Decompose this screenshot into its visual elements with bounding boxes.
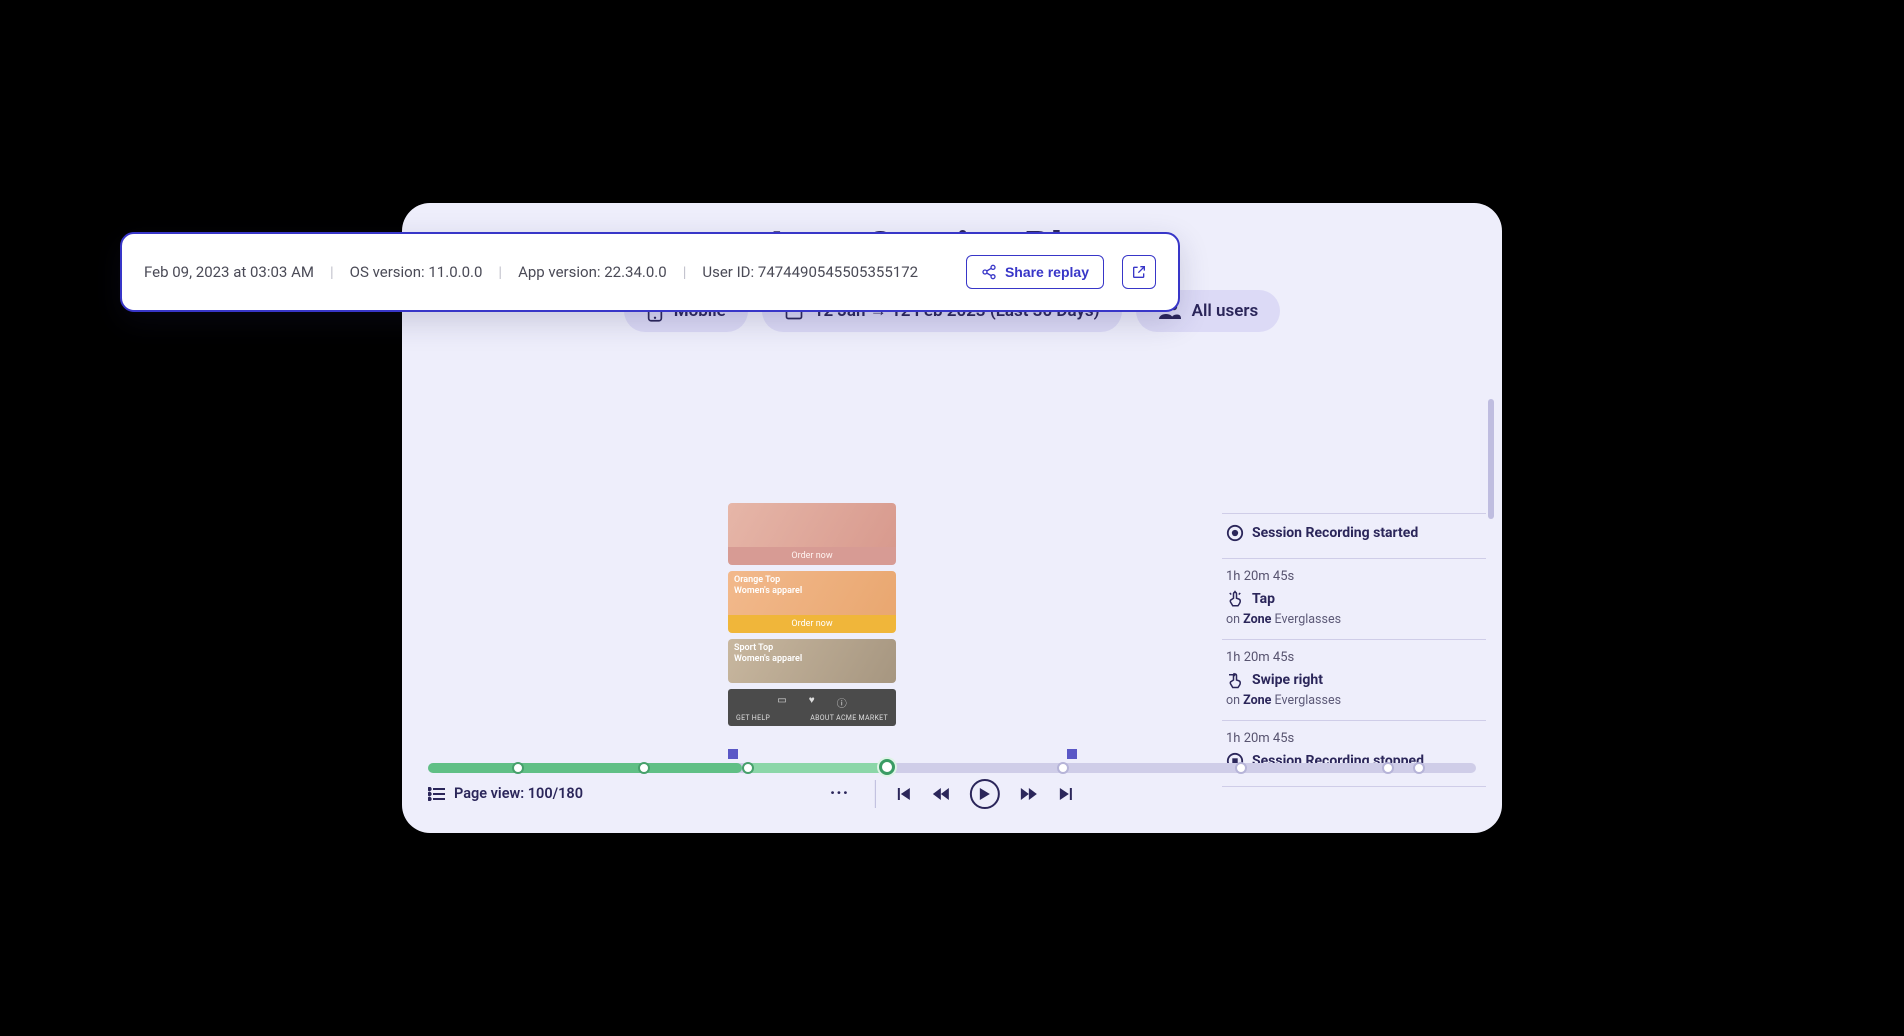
replay-preview-column: Order now Orange Top Women's apparel Ord… (402, 393, 1222, 745)
event-timestamp: 1h 20m 45s (1226, 650, 1482, 665)
footer-right-label: ABOUT ACME MARKET (810, 714, 888, 722)
more-options-button[interactable]: ··· (830, 783, 849, 804)
timeline[interactable] (428, 753, 1476, 775)
divider (875, 780, 876, 808)
app-version-label: App version: 22.34.0.0 (518, 263, 667, 281)
open-external-button[interactable] (1122, 255, 1156, 289)
event-item[interactable]: Session Recording started (1222, 513, 1486, 559)
product-cta: Order now (728, 547, 896, 565)
playback-bar: Page view: 100/180 ··· (402, 745, 1502, 833)
record-start-icon (1226, 524, 1244, 542)
session-timestamp: Feb 09, 2023 at 03:03 AM (144, 263, 314, 281)
product-title: Sport Top (734, 643, 802, 654)
user-id-label: User ID: 7474490545505355172 (702, 263, 918, 281)
mobile-preview: Order now Orange Top Women's apparel Ord… (728, 503, 896, 745)
playback-controls: ··· (830, 779, 1074, 809)
scrollbar-thumb[interactable] (1488, 399, 1494, 519)
product-subtitle: Women's apparel (734, 654, 802, 665)
footer-left-label: GET HELP (736, 714, 770, 722)
list-icon (428, 787, 446, 801)
skip-forward-button[interactable] (1058, 786, 1074, 802)
share-replay-button[interactable]: Share replay (966, 255, 1104, 289)
chat-icon: ▭ (777, 695, 786, 710)
skip-back-button[interactable] (896, 786, 912, 802)
external-link-icon (1131, 264, 1147, 280)
content-area: Order now Orange Top Women's apparel Ord… (402, 393, 1502, 745)
event-title: Swipe right (1252, 672, 1323, 688)
playhead[interactable] (879, 759, 895, 775)
page-view-counter: Page view: 100/180 (428, 785, 583, 802)
help-icon: ⓘ (837, 695, 847, 710)
product-title: Orange Top (734, 575, 802, 586)
rewind-button[interactable] (932, 786, 950, 802)
event-timestamp: 1h 20m 45s (1226, 731, 1482, 746)
session-info-bar: Feb 09, 2023 at 03:03 AM | OS version: 1… (120, 232, 1180, 312)
forward-button[interactable] (1020, 786, 1038, 802)
share-replay-label: Share replay (1005, 264, 1089, 280)
product-card: Order now (728, 503, 896, 565)
event-title: Tap (1252, 591, 1275, 607)
event-item[interactable]: 1h 20m 45s Tap on Zone Everglasses (1222, 559, 1486, 640)
events-panel: Session Recording started 1h 20m 45s Tap… (1222, 393, 1502, 745)
os-version-label: OS version: 11.0.0.0 (350, 263, 483, 281)
product-card: Orange Top Women's apparel Order now (728, 571, 896, 633)
product-cta: Order now (728, 615, 896, 633)
event-timestamp: 1h 20m 45s (1226, 569, 1482, 584)
timeline-marker-icon[interactable] (1067, 749, 1077, 759)
heart-icon: ♥ (809, 695, 815, 710)
product-subtitle: Women's apparel (734, 586, 802, 597)
tap-icon (1226, 590, 1244, 608)
event-title: Session Recording started (1252, 525, 1418, 541)
swipe-icon (1226, 671, 1244, 689)
product-card: Sport Top Women's apparel (728, 639, 896, 683)
event-item[interactable]: 1h 20m 45s Swipe right on Zone Everglass… (1222, 640, 1486, 721)
preview-footer: ▭ ♥ ⓘ GET HELP ABOUT ACME MARKET (728, 689, 896, 726)
users-filter-label: All users (1192, 301, 1259, 321)
play-button[interactable] (970, 779, 1000, 809)
timeline-marker-icon[interactable] (728, 749, 738, 759)
share-icon (981, 264, 997, 280)
